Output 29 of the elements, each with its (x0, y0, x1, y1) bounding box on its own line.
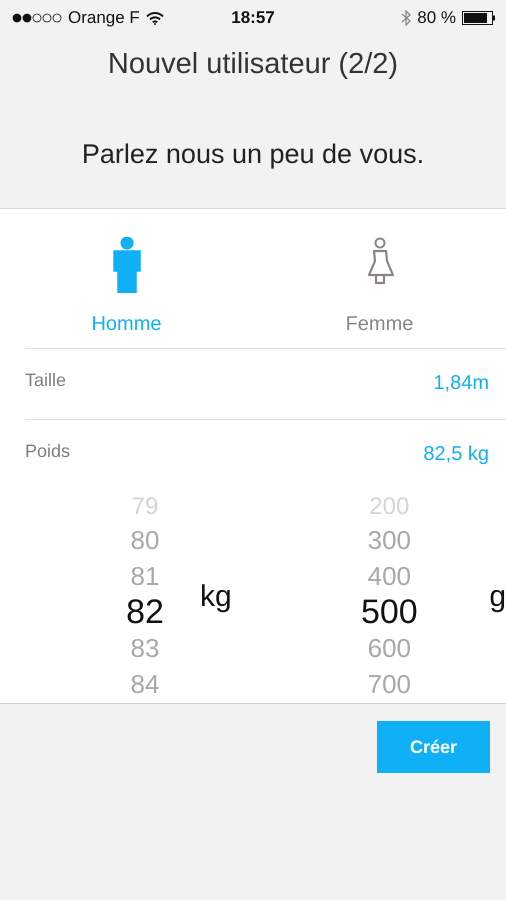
unit-label: g (489, 580, 506, 614)
battery-percent: 80 % (417, 8, 456, 28)
picker-item[interactable]: 500 (360, 594, 418, 630)
unit-label: kg (200, 580, 232, 614)
bluetooth-icon (401, 10, 412, 26)
page-title: Nouvel utilisateur (2/2) (108, 48, 398, 81)
carrier-name: Orange F (68, 8, 140, 28)
battery-icon (462, 11, 496, 25)
picker-item[interactable]: 81 (130, 558, 160, 594)
picker-item[interactable]: 300 (368, 522, 411, 558)
clock: 18:57 (230, 8, 276, 28)
picker-item[interactable]: 600 (368, 630, 411, 666)
field-value[interactable]: 82,5 kg (423, 443, 489, 466)
male-option[interactable]: Homme (0, 209, 253, 348)
female-option[interactable]: Femme (253, 209, 506, 348)
create-button[interactable]: Créer (377, 721, 490, 773)
wifi-icon (146, 12, 164, 24)
picker-item[interactable]: 84 (130, 666, 160, 702)
picker-item[interactable]: 83 (130, 630, 160, 666)
picker-item[interactable]: 80 (130, 522, 160, 558)
picker-item[interactable]: 400 (368, 558, 411, 594)
subtitle: Parlez nous un peu de vous. (82, 139, 424, 170)
field-value[interactable]: 1,84m (433, 372, 489, 395)
picker-item[interactable]: 82 (126, 594, 164, 630)
man-icon (112, 237, 142, 293)
field-label: Taille (25, 370, 66, 391)
signal-icon (12, 13, 62, 23)
field-label: Poids (25, 441, 70, 462)
picker-item[interactable]: 700 (368, 666, 411, 702)
